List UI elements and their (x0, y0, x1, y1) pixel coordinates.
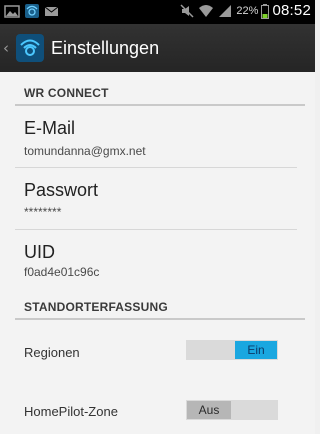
pref-homepilot-label: HomePilot-Zone (24, 404, 118, 419)
pref-uid-summary: f0ad4e01c96c (24, 265, 100, 279)
pref-regionen-label: Regionen (24, 345, 80, 360)
pref-uid-title: UID (24, 242, 55, 262)
back-caret-icon[interactable]: ‹ (3, 39, 15, 57)
pref-divider (15, 229, 297, 230)
settings-screen: 22% 08:52 ‹ Einstellungen WR CONNECT E-M… (0, 0, 315, 434)
wifi-icon (198, 3, 214, 19)
status-bar: 22% 08:52 (0, 0, 315, 24)
section-header-wr-connect: WR CONNECT (24, 86, 109, 100)
image-notification-icon (4, 3, 20, 19)
pref-password-title: Passwort (24, 180, 99, 200)
mail-notification-icon (44, 3, 60, 19)
section-header-standort: STANDORTERFASSUNG (24, 300, 168, 314)
screen-title: Einstellungen (51, 37, 160, 58)
pref-email-title: E-Mail (24, 118, 76, 138)
preferences-list: WR CONNECT E-Mail tomundanna@gmx.net Pas… (0, 72, 315, 434)
battery-icon (261, 3, 270, 19)
signal-icon (217, 3, 233, 19)
homepilot-toggle-state: Aus (187, 401, 231, 419)
pref-email-summary: tomundanna@gmx.net (24, 144, 146, 158)
app-logo-icon[interactable] (15, 33, 45, 63)
homepilot-toggle[interactable]: Aus (186, 400, 278, 420)
pref-password-summary: ******** (24, 205, 62, 219)
action-bar: ‹ Einstellungen (0, 24, 315, 72)
app-notification-icon (24, 3, 40, 19)
clock: 08:52 (272, 2, 311, 19)
section-divider (15, 104, 305, 106)
battery-percent: 22% (236, 4, 259, 17)
pref-divider (15, 167, 297, 168)
regionen-toggle-state: Ein (235, 341, 277, 359)
regionen-toggle[interactable]: Ein (186, 340, 278, 360)
section-divider (15, 318, 305, 320)
mute-icon (179, 3, 195, 19)
